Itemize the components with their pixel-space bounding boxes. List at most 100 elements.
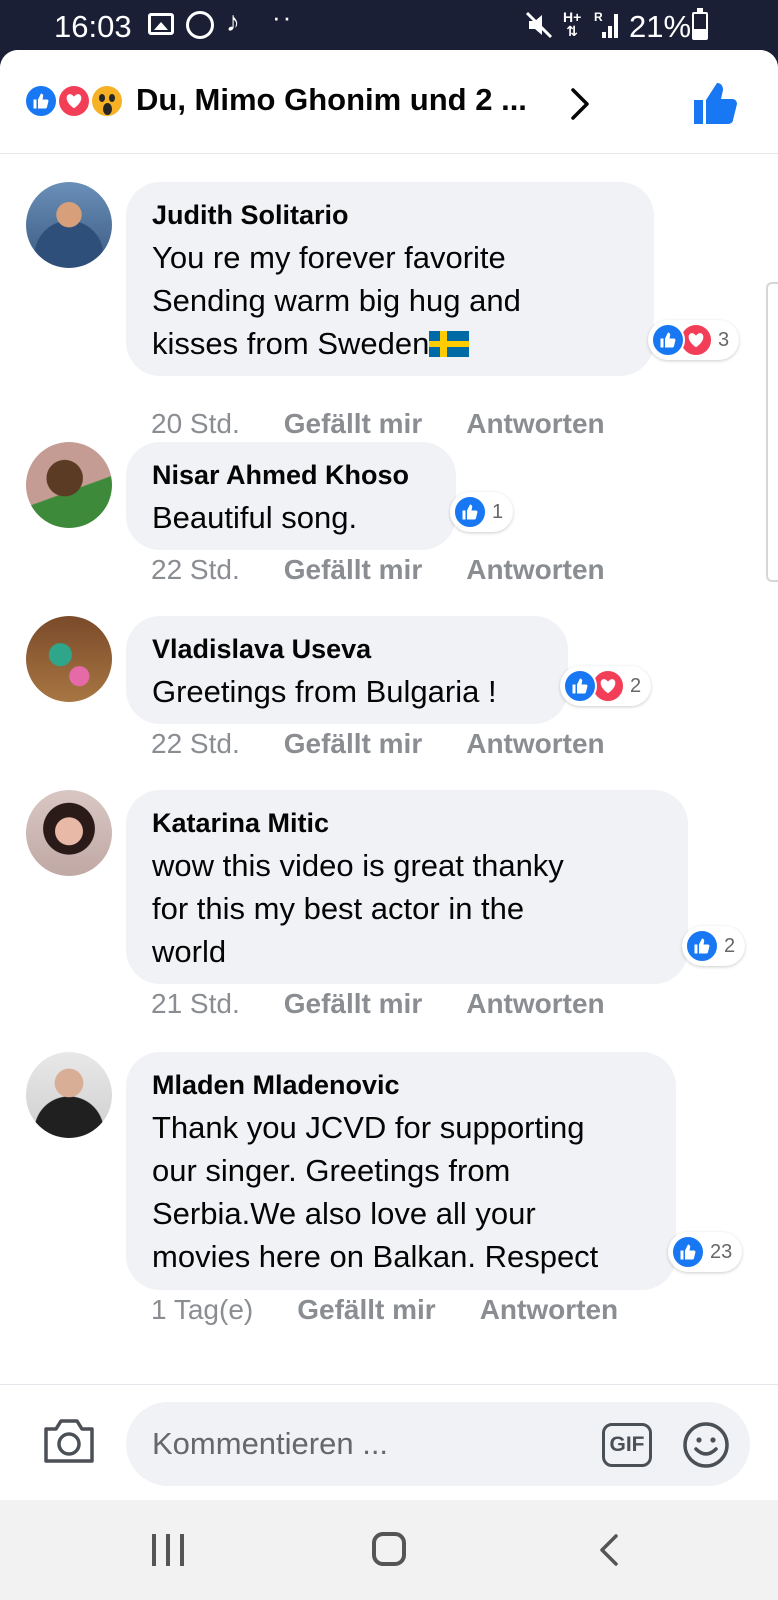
comment-author[interactable]: Judith Solitario	[152, 200, 630, 230]
reaction-count-pill[interactable]: 3	[648, 320, 740, 360]
clipped-previous-comment: · · · ·	[150, 154, 213, 163]
comment-line: wow this video is great thanky	[152, 848, 564, 883]
comment-timestamp[interactable]: 22 Std.	[151, 554, 240, 586]
comment-line: Beautiful song.	[152, 500, 358, 535]
comment-actions: 22 Std. Gefällt mir Antworten	[151, 554, 605, 586]
signal-icon: R	[594, 10, 620, 38]
comment-line: world	[152, 934, 227, 969]
comment-line: for this my best actor in the	[152, 891, 525, 926]
status-bar: 16:03 ♪ ·· H+ ⇅ R 21%	[0, 0, 778, 52]
comment-bubble[interactable]: Nisar Ahmed Khoso Beautiful song.	[126, 442, 456, 550]
more-notifications-icon: ··	[272, 2, 294, 32]
comment-text: You re my forever favorite Sending warm …	[152, 236, 630, 365]
comment-text: Beautiful song.	[152, 496, 432, 539]
emoji-icon[interactable]	[682, 1421, 730, 1469]
reaction-count-pill[interactable]: 1	[450, 492, 514, 532]
like-comment-button[interactable]: Gefällt mir	[284, 988, 422, 1020]
back-icon[interactable]	[594, 1532, 624, 1568]
comment-line: You re my forever favorite	[152, 240, 506, 275]
reaction-count: 3	[718, 328, 730, 351]
comment-line: movies here on Balkan. Respect	[152, 1239, 599, 1274]
sheet-header[interactable]: Du, Mimo Ghonim und 2 ...	[0, 50, 778, 154]
reaction-count: 2	[724, 934, 736, 957]
comment-input-placeholder: Kommentieren ...	[152, 1426, 389, 1461]
like-reaction-icon	[671, 1235, 705, 1269]
reactions-comments-sheet: Du, Mimo Ghonim und 2 ... · · · · Judith…	[0, 50, 778, 1500]
network-type-label: H+	[563, 9, 582, 25]
reply-button[interactable]: Antworten	[466, 408, 604, 440]
comment-actions: 22 Std. Gefällt mir Antworten	[151, 728, 605, 760]
whatsapp-icon	[186, 11, 214, 39]
comment-timestamp[interactable]: 20 Std.	[151, 408, 240, 440]
comment-author[interactable]: Mladen Mladenovic	[152, 1070, 652, 1100]
reply-button[interactable]: Antworten	[466, 988, 604, 1020]
comment-text: wow this video is great thanky for this …	[152, 844, 664, 973]
home-icon[interactable]	[372, 1532, 406, 1566]
sweden-flag-emoji	[429, 331, 470, 357]
like-reaction-icon	[24, 84, 58, 118]
avatar[interactable]	[26, 182, 112, 268]
comment-bubble[interactable]: Katarina Mitic wow this video is great t…	[126, 790, 688, 984]
mute-icon	[525, 11, 555, 39]
comment-bubble[interactable]: Mladen Mladenovic Thank you JCVD for sup…	[126, 1052, 676, 1290]
roaming-label: R	[594, 10, 603, 24]
comment-input[interactable]: Kommentieren ... GIF	[126, 1402, 750, 1486]
comments-list[interactable]: · · · · Judith Solitario You re my forev…	[0, 154, 778, 1434]
reaction-count-pill[interactable]: 2	[682, 926, 746, 966]
reaction-summary[interactable]	[24, 84, 128, 120]
avatar[interactable]	[26, 616, 112, 702]
like-reaction-icon	[651, 323, 685, 357]
like-comment-button[interactable]: Gefällt mir	[284, 554, 422, 586]
comment-author[interactable]: Vladislava Useva	[152, 634, 544, 664]
comment-line-text: kisses from Sweden	[152, 326, 430, 361]
scrollbar[interactable]	[766, 282, 778, 582]
like-comment-button[interactable]: Gefällt mir	[284, 408, 422, 440]
avatar[interactable]	[26, 442, 112, 528]
reaction-count-pill[interactable]: 23	[668, 1232, 743, 1272]
tiktok-icon: ♪	[226, 6, 240, 37]
network-type-indicator: H+ ⇅	[563, 9, 582, 39]
comment-bubble[interactable]: Judith Solitario You re my forever favor…	[126, 182, 654, 376]
recent-apps-icon[interactable]	[152, 1534, 186, 1566]
comment-timestamp[interactable]: 21 Std.	[151, 988, 240, 1020]
reaction-count: 2	[630, 674, 642, 697]
comment-line: Thank you JCVD for supporting	[152, 1110, 585, 1145]
like-reaction-icon	[563, 669, 597, 703]
comment-text: Thank you JCVD for supporting our singer…	[152, 1106, 652, 1278]
comment-text: Greetings from Bulgaria !	[152, 670, 544, 713]
avatar[interactable]	[26, 1052, 112, 1138]
status-time: 16:03	[54, 9, 132, 44]
battery-icon	[692, 8, 708, 40]
wow-reaction-icon	[90, 84, 124, 118]
comment-line: our singer. Greetings from	[152, 1153, 511, 1188]
comment-author[interactable]: Nisar Ahmed Khoso	[152, 460, 432, 490]
comment-line: Greetings from Bulgaria !	[152, 674, 497, 709]
reply-button[interactable]: Antworten	[466, 554, 604, 586]
reply-button[interactable]: Antworten	[480, 1294, 618, 1326]
comment-actions: 20 Std. Gefällt mir Antworten	[151, 408, 605, 440]
comment-line: kisses from Sweden	[152, 322, 630, 365]
camera-icon[interactable]	[42, 1415, 96, 1465]
reaction-count-pill[interactable]: 2	[560, 666, 652, 706]
chevron-right-icon[interactable]	[565, 86, 595, 122]
comment-actions: 21 Std. Gefällt mir Antworten	[151, 988, 605, 1020]
like-comment-button[interactable]: Gefällt mir	[284, 728, 422, 760]
comment-line: Serbia.We also love all your	[152, 1196, 536, 1231]
love-reaction-icon	[57, 84, 91, 118]
comment-timestamp[interactable]: 1 Tag(e)	[151, 1294, 253, 1326]
comment-line: Sending warm big hug and	[152, 283, 521, 318]
comment-bubble[interactable]: Vladislava Useva Greetings from Bulgaria…	[126, 616, 568, 724]
avatar[interactable]	[26, 790, 112, 876]
comment-timestamp[interactable]: 22 Std.	[151, 728, 240, 760]
comment-actions: 1 Tag(e) Gefällt mir Antworten	[151, 1294, 618, 1326]
system-navigation-bar	[0, 1500, 778, 1600]
comment-author[interactable]: Katarina Mitic	[152, 808, 664, 838]
gif-button[interactable]: GIF	[602, 1423, 652, 1467]
like-comment-button[interactable]: Gefällt mir	[297, 1294, 435, 1326]
like-reaction-icon	[453, 495, 487, 529]
reactors-title[interactable]: Du, Mimo Ghonim und 2 ...	[136, 82, 546, 118]
gallery-icon	[148, 13, 174, 35]
reply-button[interactable]: Antworten	[466, 728, 604, 760]
comment-composer: Kommentieren ... GIF	[0, 1384, 778, 1500]
like-reaction-icon	[685, 929, 719, 963]
